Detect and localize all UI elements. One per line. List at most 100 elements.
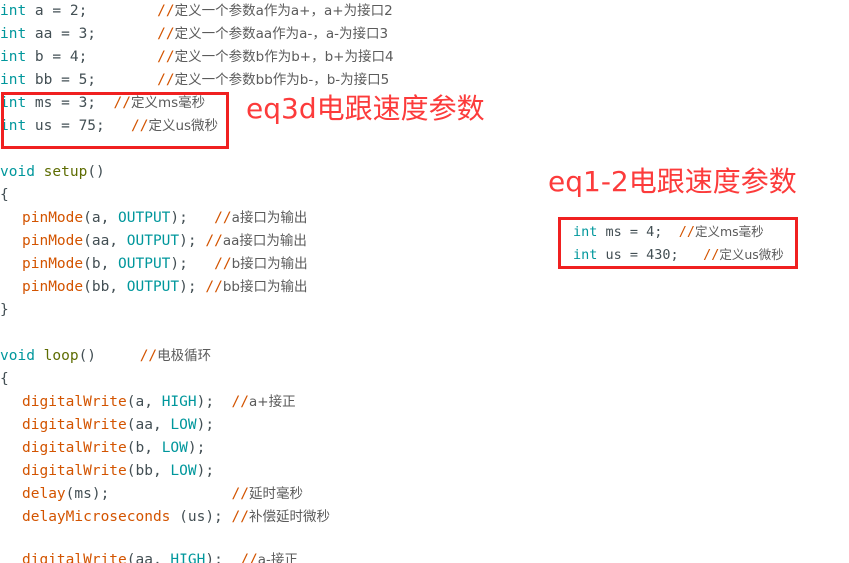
- function-delaymicroseconds: delayMicroseconds: [22, 509, 171, 525]
- comment-slashes: //: [205, 233, 223, 249]
- comment-slashes: //: [157, 49, 175, 65]
- code-line-brace-open: {: [0, 184, 480, 207]
- comment-text: 延时毫秒: [249, 486, 303, 502]
- function-pinmode: pinMode: [22, 279, 84, 295]
- callout-box-eq12-params: int ms = 4; //定义ms毫秒 int us = 430; //定义u…: [558, 217, 798, 269]
- comment-text: a+接正: [249, 394, 296, 410]
- comment-slashes: //: [205, 279, 223, 295]
- keyword-int: int: [0, 49, 27, 65]
- args-close: );: [170, 256, 188, 272]
- constant-level: HIGH: [170, 552, 206, 563]
- constant-output: OUTPUT: [118, 256, 171, 272]
- comment-slashes: //: [157, 26, 175, 42]
- declaration-body: a = 2;: [26, 3, 88, 19]
- comment-slashes: //: [231, 509, 249, 525]
- args-open: (us);: [170, 509, 223, 525]
- function-digitalwrite: digitalWrite: [22, 552, 127, 563]
- function-name-loop: loop: [34, 348, 79, 364]
- function-delay: delay: [22, 486, 66, 502]
- code-line-digitalwrite: digitalWrite(b, LOW);: [0, 437, 480, 460]
- comment-slashes: //: [214, 256, 232, 272]
- args-close: );: [196, 417, 215, 433]
- function-pinmode: pinMode: [22, 210, 84, 226]
- code-line-brace-close: }: [0, 299, 480, 322]
- annotation-eq12-label: eq1-2电跟速度参数: [548, 165, 797, 198]
- code-line-pinmode: pinMode(a, OUTPUT); //a接口为输出: [0, 207, 480, 230]
- function-name-setup: setup: [34, 164, 88, 180]
- constant-output: OUTPUT: [126, 279, 180, 295]
- comment-text: a-接正: [257, 552, 298, 563]
- comment-slashes: //: [214, 210, 232, 226]
- function-digitalwrite: digitalWrite: [22, 394, 127, 410]
- code-line-declaration: int b = 4; //定义一个参数b作为b+，b+为接口4: [0, 46, 480, 69]
- args-close: );: [196, 463, 215, 479]
- comment-slashes: //: [157, 72, 175, 88]
- comment-text: b接口为输出: [231, 256, 308, 272]
- function-digitalwrite: digitalWrite: [22, 440, 127, 456]
- constant-output: OUTPUT: [118, 210, 171, 226]
- args-open: (aa,: [126, 552, 171, 563]
- args-open: (a,: [83, 210, 119, 226]
- code-line-pinmode: pinMode(bb, OUTPUT); //bb接口为输出: [0, 276, 480, 299]
- declaration-body: aa = 3;: [26, 26, 97, 42]
- declaration-body: b = 4;: [26, 49, 88, 65]
- declaration-body: ms = 4;: [597, 224, 663, 240]
- constant-level: LOW: [170, 417, 197, 433]
- keyword-int: int: [0, 26, 27, 42]
- comment-text: 电极循环: [157, 348, 212, 364]
- callout-code-line: int us = 430; //定义us微秒: [561, 243, 795, 266]
- code-listing: int a = 2; //定义一个参数a作为a+，a+为接口2 int aa =…: [0, 0, 480, 563]
- brace-open: {: [0, 371, 9, 387]
- function-digitalwrite: digitalWrite: [22, 463, 127, 479]
- brace-open: {: [0, 187, 9, 203]
- code-line-declaration: int bb = 5; //定义一个参数bb作为b-，b-为接口5: [0, 69, 480, 92]
- comment-text: aa接口为输出: [222, 233, 307, 249]
- comment-text: bb接口为输出: [222, 279, 308, 295]
- function-pinmode: pinMode: [22, 256, 84, 272]
- function-pinmode: pinMode: [22, 233, 84, 249]
- keyword-int: int: [573, 247, 598, 263]
- comment-slashes: //: [139, 348, 158, 364]
- clipped-code-line-container: digitalWrite(aa, HIGH); //a-接正: [0, 549, 480, 563]
- args-close: );: [196, 394, 215, 410]
- args-close: );: [179, 279, 197, 295]
- keyword-int: int: [0, 72, 27, 88]
- code-line-declaration: int a = 2; //定义一个参数a作为a+，a+为接口2: [0, 0, 480, 23]
- comment-slashes: //: [240, 552, 258, 563]
- args-open: (bb,: [126, 463, 171, 479]
- constant-level: HIGH: [161, 394, 197, 410]
- args-open: (b,: [126, 440, 162, 456]
- code-line-delay: delay(ms); //延时毫秒: [0, 483, 480, 506]
- comment-slashes: //: [231, 394, 250, 410]
- comment-slashes: //: [231, 486, 249, 502]
- code-line-pinmode: pinMode(b, OUTPUT); //b接口为输出: [0, 253, 480, 276]
- keyword-void: void: [0, 164, 35, 180]
- args-open: (ms);: [65, 486, 110, 502]
- code-line-setup-signature: void setup(): [0, 161, 480, 184]
- code-line-digitalwrite: digitalWrite(bb, LOW);: [0, 460, 480, 483]
- code-line-digitalwrite: digitalWrite(a, HIGH); //a+接正: [0, 391, 480, 414]
- args-close: );: [170, 210, 188, 226]
- comment-text: 定义一个参数aa作为a-，a-为接口3: [174, 26, 389, 42]
- keyword-void: void: [0, 348, 35, 364]
- constant-level: LOW: [170, 463, 197, 479]
- args-open: (a,: [126, 394, 162, 410]
- declaration-body: us = 430;: [597, 247, 679, 263]
- constant-output: OUTPUT: [126, 233, 180, 249]
- keyword-int: int: [573, 224, 598, 240]
- keyword-int: int: [0, 3, 27, 19]
- declaration-body: bb = 5;: [26, 72, 97, 88]
- annotation-eq3d-label: eq3d电跟速度参数: [246, 92, 485, 125]
- constant-level: LOW: [161, 440, 188, 456]
- comment-text: 定义ms毫秒: [694, 224, 764, 239]
- parens: (): [87, 164, 105, 180]
